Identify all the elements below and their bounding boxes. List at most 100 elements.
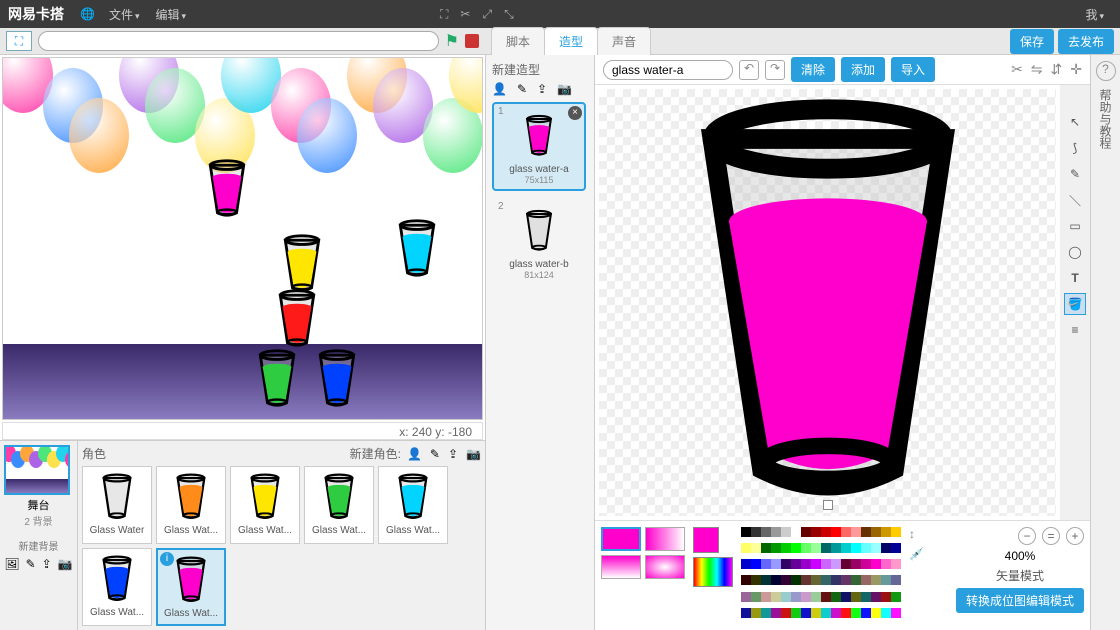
costume-name-input[interactable] — [603, 60, 733, 80]
palette-color[interactable] — [891, 559, 901, 569]
globe-icon[interactable]: 🌐 — [80, 7, 95, 21]
palette-color[interactable] — [761, 575, 771, 585]
palette-color[interactable] — [741, 608, 751, 618]
sprite-camera-icon[interactable]: 📷 — [466, 447, 481, 461]
fill-hgrad-swatch[interactable] — [645, 527, 685, 551]
reshape-tool-icon[interactable]: ⟆ — [1064, 137, 1086, 159]
palette-color[interactable] — [861, 559, 871, 569]
palette-color[interactable] — [841, 559, 851, 569]
sprite-upload-icon[interactable]: ⇪ — [448, 447, 458, 461]
palette-color[interactable] — [851, 575, 861, 585]
palette-color[interactable] — [821, 527, 831, 537]
text-tool-icon[interactable]: T — [1064, 267, 1086, 289]
sprite-item[interactable]: Glass Wat... — [156, 466, 226, 544]
palette-color[interactable] — [821, 543, 831, 553]
undo-icon[interactable]: ↶ — [739, 60, 759, 80]
palette-color[interactable] — [881, 543, 891, 553]
palette-color[interactable] — [871, 592, 881, 602]
edit-menu[interactable]: 编辑 — [156, 6, 187, 23]
palette-color[interactable] — [781, 543, 791, 553]
palette-color[interactable] — [831, 559, 841, 569]
sprite-item[interactable]: Glass Wat... — [378, 466, 448, 544]
color-palette[interactable] — [741, 527, 901, 624]
file-menu[interactable]: 文件 — [109, 6, 140, 23]
palette-color[interactable] — [821, 575, 831, 585]
palette-color[interactable] — [871, 559, 881, 569]
publish-button[interactable]: 去发布 — [1058, 29, 1114, 54]
palette-color[interactable] — [831, 592, 841, 602]
tab-scripts[interactable]: 脚本 — [491, 27, 545, 55]
fill-radial-swatch[interactable] — [645, 555, 685, 579]
palette-color[interactable] — [841, 608, 851, 618]
palette-color[interactable] — [791, 543, 801, 553]
palette-color[interactable] — [811, 559, 821, 569]
center-icon[interactable]: ✛ — [1070, 61, 1082, 78]
flip-v-icon[interactable]: ⇵ — [1051, 61, 1063, 78]
save-button[interactable]: 保存 — [1010, 29, 1054, 54]
line-tool-icon[interactable]: ＼ — [1064, 189, 1086, 211]
palette-color[interactable] — [771, 592, 781, 602]
backdrop-upload-icon[interactable]: ⇪ — [42, 557, 52, 571]
fill-vgrad-swatch[interactable] — [601, 555, 641, 579]
rect-tool-icon[interactable]: ▭ — [1064, 215, 1086, 237]
clear-button[interactable]: 清除 — [791, 57, 835, 82]
stamp-tool-icon[interactable]: ≡ — [1064, 319, 1086, 341]
palette-color[interactable] — [881, 592, 891, 602]
palette-color[interactable] — [761, 559, 771, 569]
zoom-in-icon[interactable]: + — [1066, 527, 1084, 545]
palette-color[interactable] — [791, 527, 801, 537]
stamp-icon[interactable]: ⛶ — [440, 7, 448, 22]
palette-color[interactable] — [851, 592, 861, 602]
palette-color[interactable] — [831, 608, 841, 618]
palette-color[interactable] — [891, 608, 901, 618]
import-button[interactable]: 导入 — [891, 57, 935, 82]
green-flag-icon[interactable]: ⚑ — [445, 31, 459, 51]
palette-color[interactable] — [741, 592, 751, 602]
backdrop-camera-icon[interactable]: 📷 — [58, 557, 73, 571]
palette-color[interactable] — [771, 608, 781, 618]
palette-color[interactable] — [811, 543, 821, 553]
stage-preview[interactable] — [2, 57, 483, 420]
palette-color[interactable] — [771, 543, 781, 553]
palette-color[interactable] — [761, 527, 771, 537]
zoom-reset-icon[interactable]: = — [1042, 527, 1060, 545]
palette-color[interactable] — [891, 592, 901, 602]
palette-color[interactable] — [841, 543, 851, 553]
costume-item[interactable]: 1×glass water-a75x115 — [492, 102, 586, 191]
ellipse-tool-icon[interactable]: ◯ — [1064, 241, 1086, 263]
palette-color[interactable] — [741, 575, 751, 585]
palette-color[interactable] — [771, 575, 781, 585]
palette-color[interactable] — [791, 608, 801, 618]
palette-color[interactable] — [881, 575, 891, 585]
palette-color[interactable] — [801, 543, 811, 553]
palette-color[interactable] — [761, 608, 771, 618]
palette-color[interactable] — [751, 559, 761, 569]
palette-color[interactable] — [781, 608, 791, 618]
palette-color[interactable] — [791, 559, 801, 569]
stop-icon[interactable] — [465, 34, 479, 48]
palette-color[interactable] — [801, 527, 811, 537]
stage-selector[interactable]: 舞台 2 背景 新建背景 🖼 ✎ ⇪ 📷 — [0, 441, 78, 630]
palette-color[interactable] — [861, 527, 871, 537]
tab-costumes[interactable]: 造型 — [544, 27, 598, 55]
paint-canvas[interactable] — [599, 89, 1056, 516]
palette-color[interactable] — [801, 559, 811, 569]
palette-color[interactable] — [881, 559, 891, 569]
palette-color[interactable] — [811, 575, 821, 585]
costume-library-icon[interactable]: 👤 — [492, 82, 507, 96]
convert-mode-button[interactable]: 转换成位图编辑模式 — [956, 588, 1084, 613]
palette-color[interactable] — [751, 608, 761, 618]
palette-color[interactable] — [891, 527, 901, 537]
crop-icon[interactable]: ✂ — [1011, 61, 1023, 78]
sprite-item[interactable]: Glass Wat... — [230, 466, 300, 544]
eyedropper-icon[interactable]: 💉 — [909, 547, 924, 561]
palette-color[interactable] — [831, 527, 841, 537]
palette-color[interactable] — [801, 592, 811, 602]
palette-color[interactable] — [891, 575, 901, 585]
palette-color[interactable] — [781, 559, 791, 569]
fill-tool-icon[interactable]: 🪣 — [1064, 293, 1086, 315]
swap-colors-icon[interactable]: ↕ — [909, 527, 924, 541]
palette-color[interactable] — [791, 592, 801, 602]
palette-color[interactable] — [841, 592, 851, 602]
palette-color[interactable] — [871, 543, 881, 553]
